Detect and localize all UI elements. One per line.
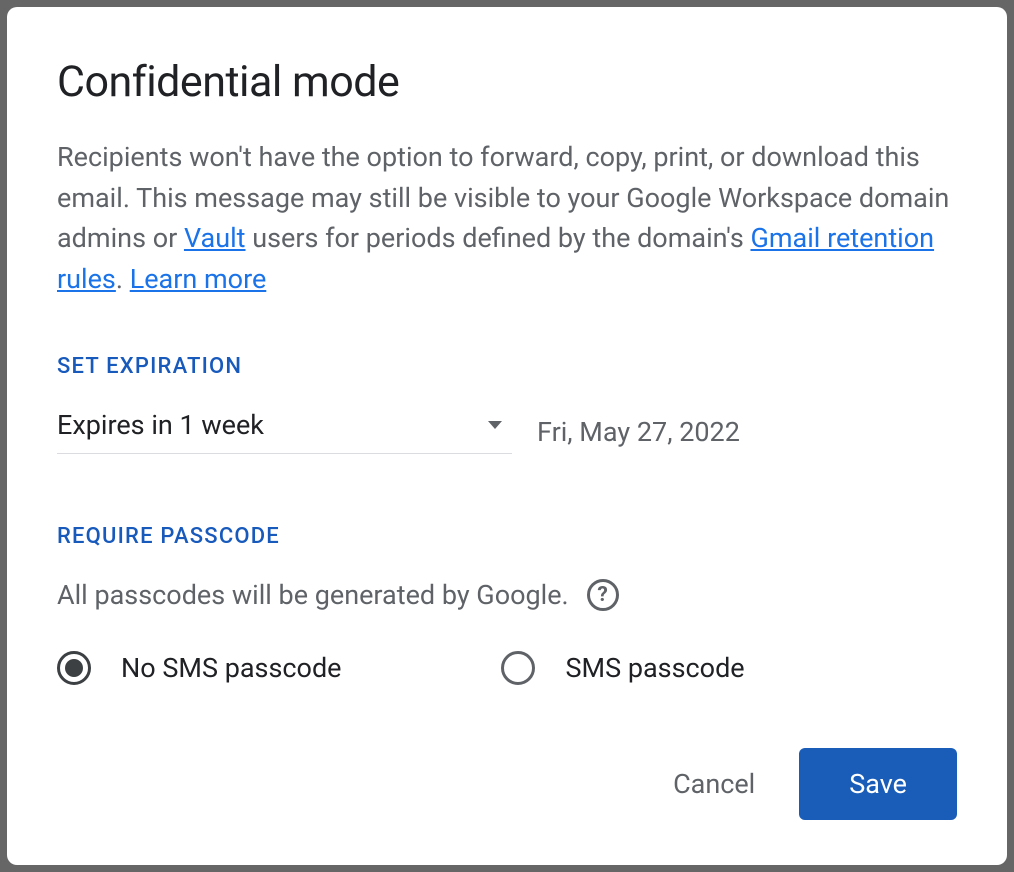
passcode-radio-group: No SMS passcode SMS passcode	[57, 651, 957, 685]
learn-more-link[interactable]: Learn more	[130, 263, 267, 295]
radio-sms-passcode[interactable]: SMS passcode	[501, 651, 744, 685]
description-text-3: .	[116, 263, 130, 295]
expiration-row: Expires in 1 week Fri, May 27, 2022	[57, 409, 957, 454]
passcode-subtext: All passcodes will be generated by Googl…	[57, 579, 569, 611]
save-button[interactable]: Save	[799, 748, 957, 820]
expiration-date: Fri, May 27, 2022	[537, 416, 740, 448]
set-expiration-label: SET EXPIRATION	[57, 354, 957, 379]
passcode-subtext-row: All passcodes will be generated by Googl…	[57, 579, 957, 611]
confidential-mode-dialog: Confidential mode Recipients won't have …	[7, 7, 1007, 865]
chevron-down-icon	[488, 421, 502, 429]
dialog-description: Recipients won't have the option to forw…	[57, 137, 957, 299]
radio-icon	[57, 651, 91, 685]
help-icon[interactable]: ?	[587, 579, 619, 611]
radio-selected-dot	[65, 659, 83, 677]
radio-label-sms: SMS passcode	[565, 652, 744, 684]
radio-icon	[501, 651, 535, 685]
dialog-button-row: Cancel Save	[57, 748, 957, 835]
description-text-2: users for periods defined by the domain'…	[246, 222, 751, 254]
radio-label-no-sms: No SMS passcode	[121, 652, 341, 684]
expiration-dropdown[interactable]: Expires in 1 week	[57, 409, 512, 454]
cancel-button[interactable]: Cancel	[669, 758, 759, 810]
dialog-title: Confidential mode	[57, 57, 957, 107]
expiration-selected-text: Expires in 1 week	[57, 409, 264, 441]
require-passcode-label: REQUIRE PASSCODE	[57, 524, 957, 549]
radio-no-sms-passcode[interactable]: No SMS passcode	[57, 651, 341, 685]
vault-link[interactable]: Vault	[184, 222, 246, 254]
